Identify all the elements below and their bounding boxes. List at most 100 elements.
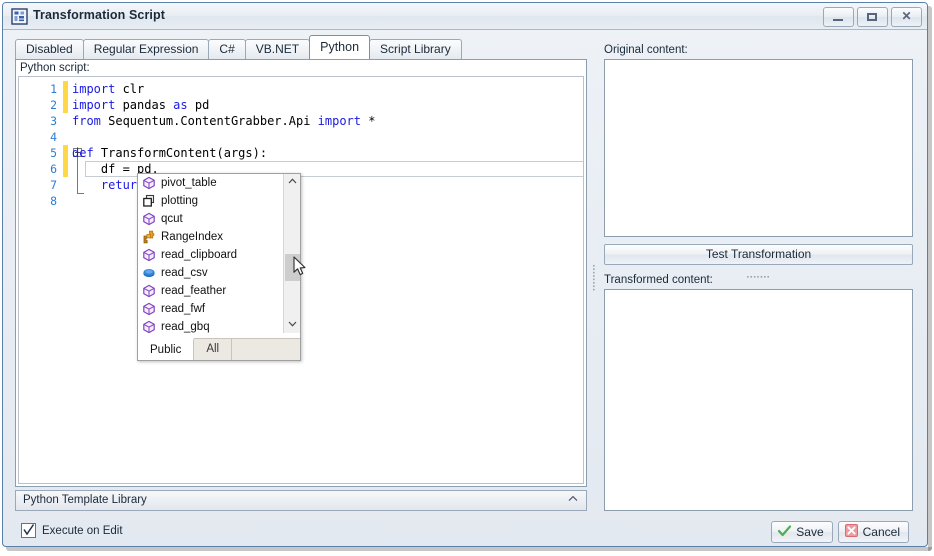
line-number: 4 bbox=[50, 130, 57, 144]
tab-regular-expression[interactable]: Regular Expression bbox=[82, 39, 210, 59]
chevron-up-icon[interactable] bbox=[284, 174, 300, 190]
tab-script-library[interactable]: Script Library bbox=[369, 39, 462, 59]
chevron-up-icon[interactable] bbox=[568, 494, 578, 505]
transformed-content-textarea[interactable] bbox=[604, 289, 913, 511]
python-script-label: Python script: bbox=[20, 62, 90, 74]
tab-label: Python bbox=[320, 40, 360, 54]
method-icon bbox=[142, 302, 156, 316]
autocomplete-filter-tab-public[interactable]: Public bbox=[138, 338, 195, 360]
autocomplete-item[interactable]: RangeIndex bbox=[138, 228, 283, 246]
change-marker bbox=[63, 145, 68, 161]
autocomplete-item-label: read_gbq bbox=[161, 321, 210, 333]
line-number: 5 bbox=[50, 146, 57, 160]
method-icon bbox=[142, 248, 156, 262]
close-icon: ✕ bbox=[901, 9, 912, 23]
code-text: from Sequentum.ContentGrabber.Api import… bbox=[72, 113, 375, 129]
tab-disabled[interactable]: Disabled bbox=[15, 39, 84, 59]
checkbox-box bbox=[21, 523, 36, 538]
autocomplete-item[interactable]: qcut bbox=[138, 210, 283, 228]
original-content-textarea[interactable] bbox=[604, 59, 913, 237]
code-line[interactable]: 6 df = pd. bbox=[19, 161, 583, 177]
code-token: pandas bbox=[122, 98, 174, 112]
vertical-splitter-grip[interactable] bbox=[592, 265, 596, 291]
code-token: clr bbox=[122, 82, 145, 96]
window-controls: ✕ bbox=[823, 7, 922, 27]
autocomplete-scrollbar[interactable] bbox=[283, 174, 300, 333]
method-icon bbox=[142, 284, 156, 298]
change-marker bbox=[63, 81, 68, 97]
python-template-library-label: Python Template Library bbox=[23, 494, 147, 506]
save-button[interactable]: Save bbox=[771, 521, 833, 543]
autocomplete-filter-tab-label: All bbox=[206, 343, 220, 355]
code-line[interactable]: 1 import clr bbox=[19, 81, 583, 97]
autocomplete-item-label: read_feather bbox=[161, 285, 227, 297]
window-shadow-bottom bbox=[6, 547, 932, 551]
window-shadow-right bbox=[928, 6, 932, 551]
autocomplete-item[interactable]: plotting bbox=[138, 192, 283, 210]
code-line[interactable]: 7 return bbox=[19, 177, 583, 193]
horizontal-splitter-grip[interactable] bbox=[747, 268, 771, 278]
cancel-button[interactable]: Cancel bbox=[837, 521, 909, 543]
change-marker bbox=[63, 97, 68, 113]
autocomplete-item[interactable]: pivot_table bbox=[138, 174, 283, 192]
line-number: 2 bbox=[50, 98, 57, 112]
transformation-script-window: Transformation Script ✕ Disabled Regular … bbox=[0, 0, 934, 556]
code-text: import pandas as pd bbox=[72, 97, 209, 113]
original-content-label: Original content: bbox=[604, 44, 688, 56]
code-text: return bbox=[72, 177, 144, 193]
code-line[interactable]: 5 def TransformContent(args): bbox=[19, 145, 583, 194]
autocomplete-list[interactable]: pivot_table plotting qcut RangeIndex read_cl… bbox=[138, 174, 283, 333]
code-editor[interactable]: 1 import clr 2 import pandas as pd 3 from Seq… bbox=[18, 76, 584, 484]
autocomplete-item[interactable]: read_fwf bbox=[138, 300, 283, 318]
dialog-buttons: Save Cancel bbox=[771, 521, 909, 543]
maximize-button[interactable] bbox=[857, 7, 888, 27]
code-line[interactable]: 8 bbox=[19, 193, 583, 209]
tab-c-[interactable]: C# bbox=[208, 39, 246, 59]
line-number: 8 bbox=[50, 194, 57, 208]
code-token: * bbox=[368, 114, 376, 128]
script-window-icon bbox=[11, 8, 28, 25]
line-number: 1 bbox=[50, 82, 57, 96]
code-token: import bbox=[72, 82, 123, 96]
code-token: import bbox=[72, 98, 123, 112]
chevron-down-icon[interactable] bbox=[284, 317, 300, 333]
autocomplete-item[interactable]: read_clipboard bbox=[138, 246, 283, 264]
autocomplete-item-label: read_fwf bbox=[161, 303, 206, 315]
line-number: 3 bbox=[50, 114, 57, 128]
code-line[interactable]: 4 bbox=[19, 129, 583, 145]
save-button-label: Save bbox=[796, 525, 824, 539]
code-line[interactable]: 3 from Sequentum.ContentGrabber.Api impor… bbox=[19, 113, 583, 129]
code-line[interactable]: 2 import pandas as pd bbox=[19, 97, 583, 113]
code-token: Sequentum.ContentGrabber.Api bbox=[108, 114, 318, 128]
code-token: TransformContent(args): bbox=[100, 146, 268, 160]
script-type-tabs: Disabled Regular Expression C# VB.NET Python… bbox=[15, 35, 462, 59]
execute-on-edit-checkbox[interactable]: Execute on Edit bbox=[21, 523, 123, 538]
autocomplete-item[interactable]: read_feather bbox=[138, 282, 283, 300]
autocomplete-item-label: read_clipboard bbox=[161, 249, 238, 261]
autocomplete-filter-tab-all[interactable]: All bbox=[194, 339, 233, 360]
autocomplete-item[interactable]: read_gbq bbox=[138, 318, 283, 333]
tab-vb-net[interactable]: VB.NET bbox=[244, 39, 311, 59]
test-transformation-button[interactable]: Test Transformation bbox=[604, 244, 913, 265]
tab-label: Disabled bbox=[26, 42, 73, 56]
method-icon bbox=[142, 176, 156, 190]
tab-label: C# bbox=[219, 42, 235, 56]
code-token: as bbox=[173, 98, 195, 112]
code-text: import clr bbox=[72, 81, 144, 97]
close-x-icon bbox=[844, 524, 858, 540]
code-token: from bbox=[72, 114, 109, 128]
code-token: def bbox=[72, 146, 101, 160]
python-template-library-bar[interactable]: Python Template Library bbox=[15, 490, 587, 511]
close-button[interactable]: ✕ bbox=[891, 7, 922, 27]
autocomplete-popup: pivot_table plotting qcut RangeIndex read_cl… bbox=[137, 173, 301, 361]
class-icon bbox=[142, 230, 156, 244]
scrollbar-thumb[interactable] bbox=[285, 254, 300, 281]
window-title: Transformation Script bbox=[33, 8, 165, 22]
tab-python[interactable]: Python bbox=[309, 35, 371, 59]
code-token: pd bbox=[194, 98, 210, 112]
code-token: import bbox=[317, 114, 369, 128]
code-text: def TransformContent(args): bbox=[72, 145, 267, 161]
autocomplete-item[interactable]: read_csv bbox=[138, 264, 283, 282]
minimize-button[interactable] bbox=[823, 7, 854, 27]
